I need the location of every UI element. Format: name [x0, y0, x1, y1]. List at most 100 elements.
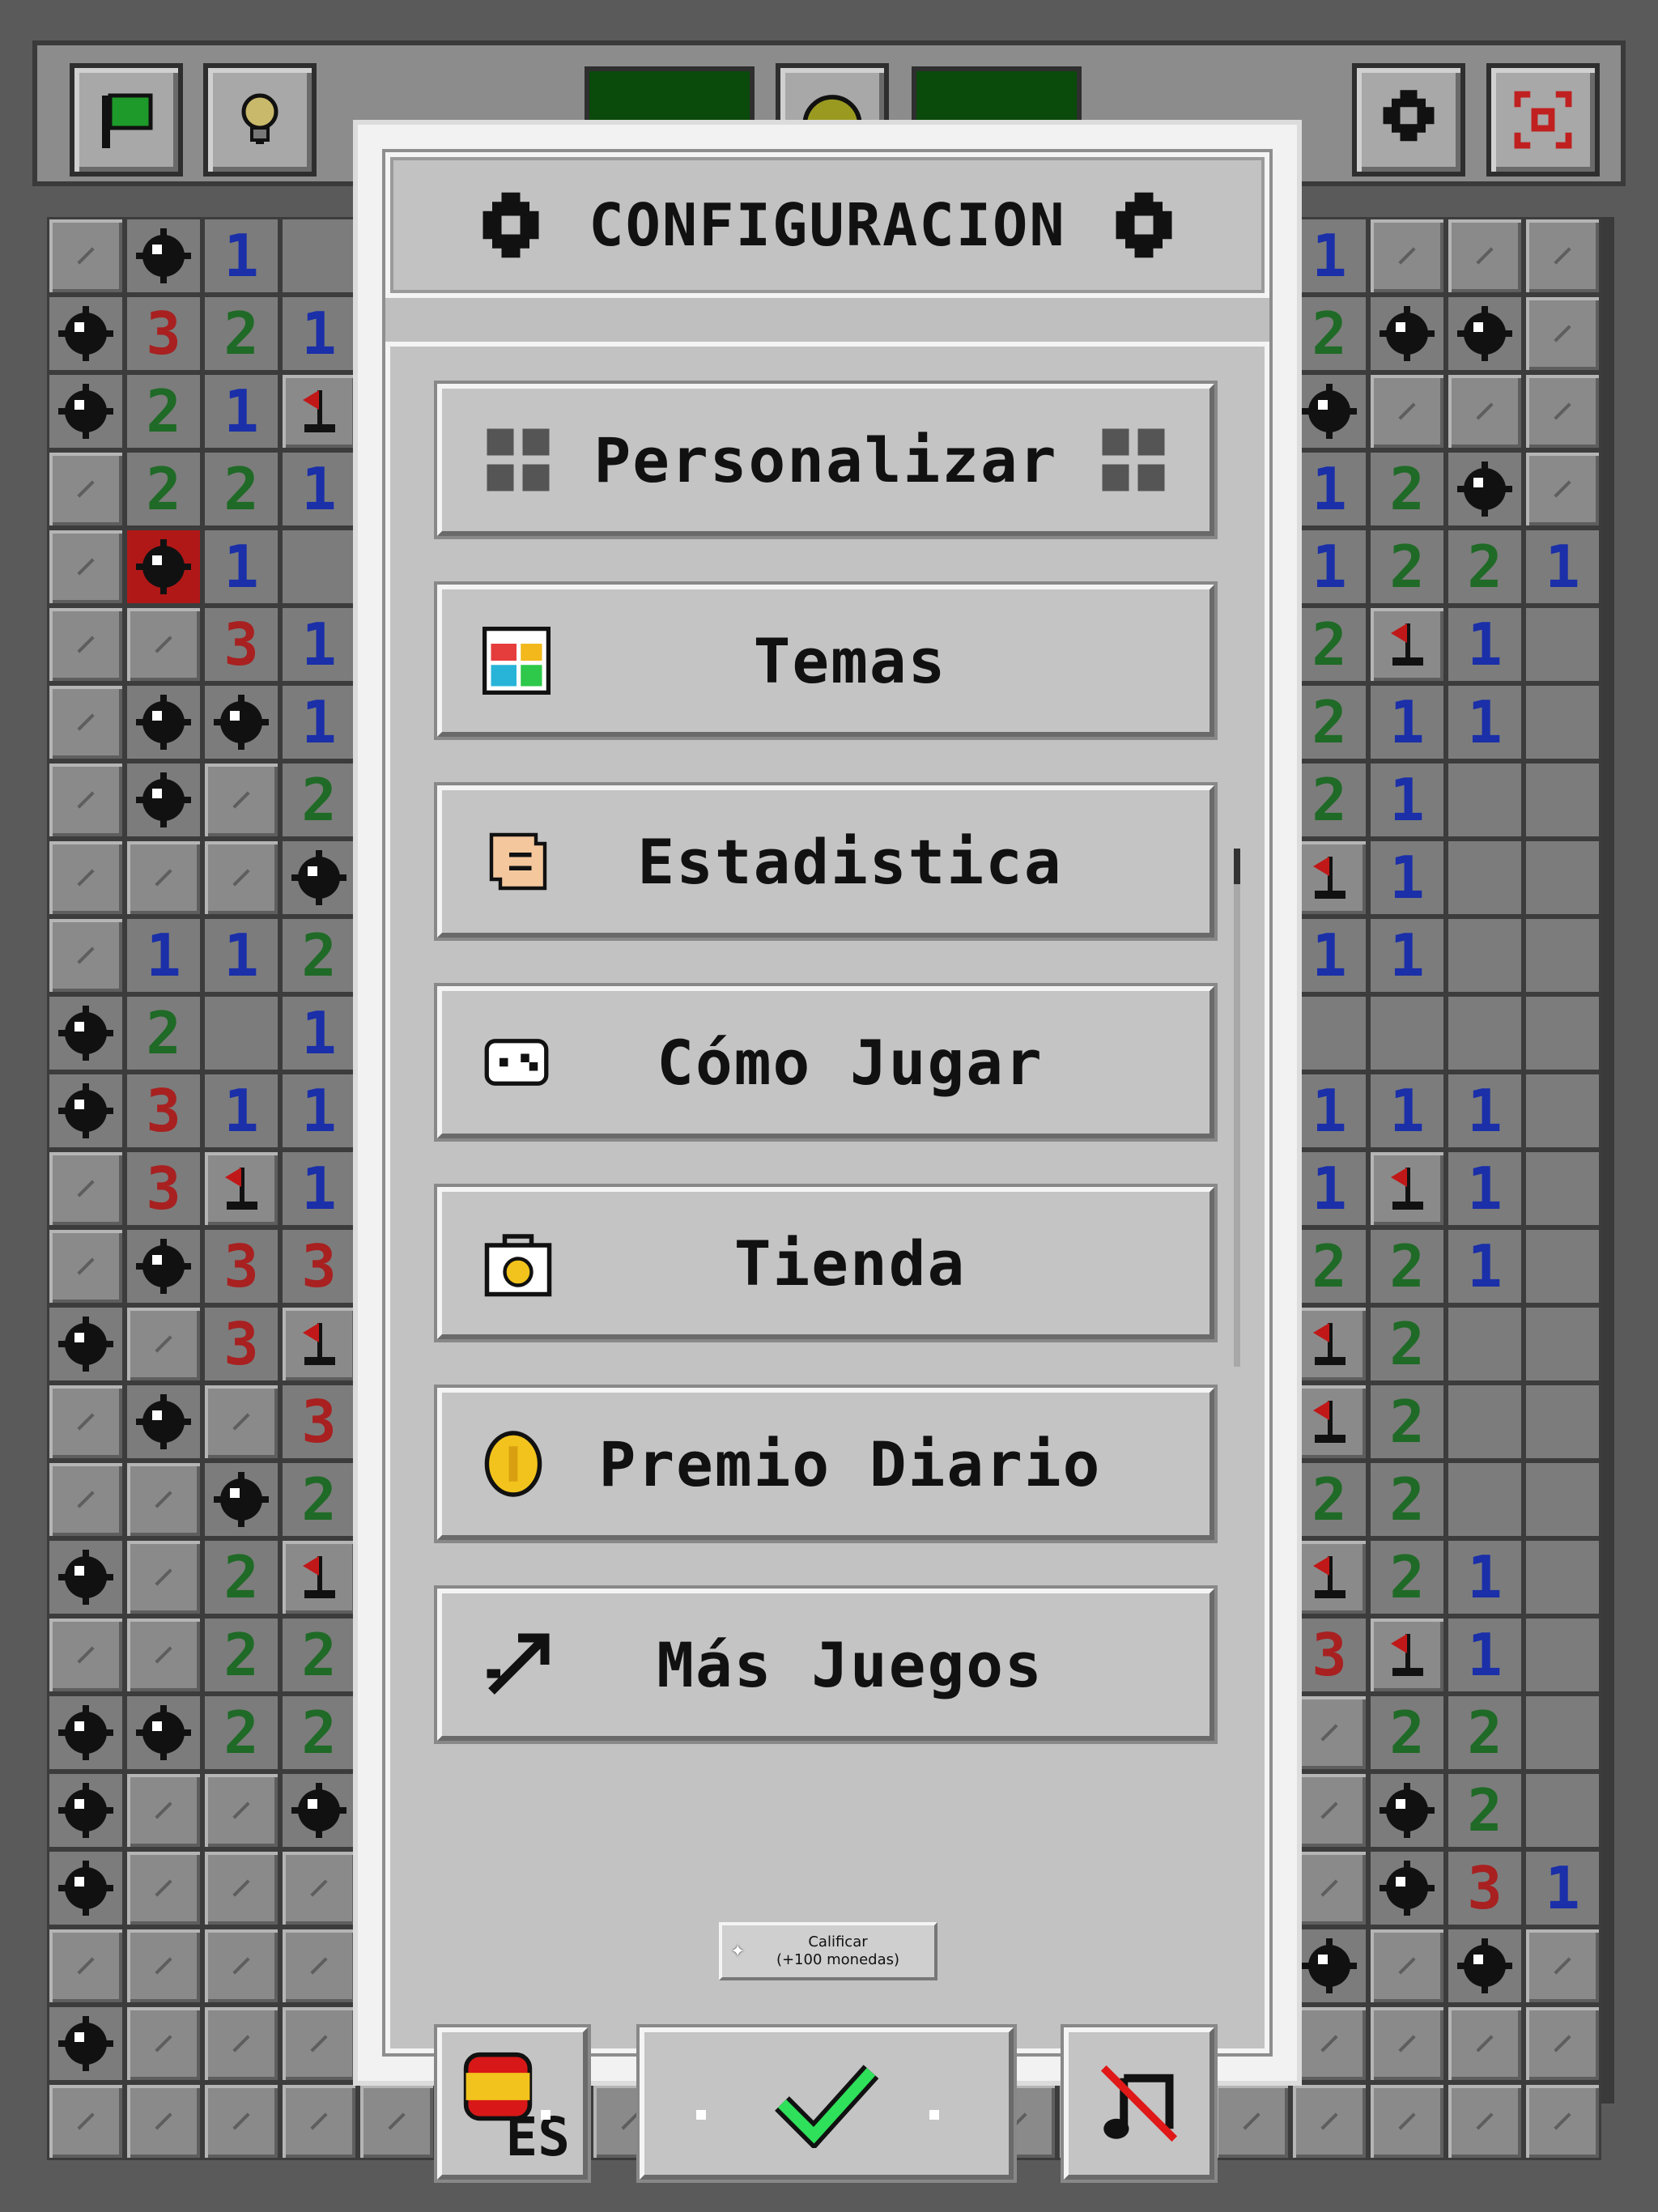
flag-mode-button[interactable] — [70, 63, 183, 177]
number-cell[interactable]: 1 — [280, 1072, 358, 1150]
covered-cell[interactable] — [125, 839, 202, 917]
mine-cell[interactable] — [202, 1461, 280, 1538]
covered-cell[interactable] — [47, 1461, 125, 1538]
covered-cell[interactable] — [1446, 2005, 1524, 2082]
number-cell[interactable]: 1 — [1446, 606, 1524, 683]
number-cell[interactable]: 2 — [202, 450, 280, 528]
number-cell[interactable]: 2 — [202, 295, 280, 372]
mine-cell[interactable] — [47, 1305, 125, 1383]
flagged-cell[interactable] — [1290, 1305, 1368, 1383]
flagged-cell[interactable] — [1368, 1616, 1446, 1694]
empty-cell[interactable] — [1524, 917, 1601, 994]
covered-cell[interactable] — [280, 2082, 358, 2160]
mine-cell[interactable] — [202, 683, 280, 761]
covered-cell[interactable] — [1368, 372, 1446, 450]
number-cell[interactable]: 2 — [280, 917, 358, 994]
mine-cell[interactable] — [1290, 1927, 1368, 2005]
number-cell[interactable]: 3 — [202, 1227, 280, 1305]
menu-scrollbar-track[interactable] — [1234, 849, 1240, 1367]
covered-cell[interactable] — [202, 1849, 280, 1927]
daily-reward-button[interactable]: Premio Diario — [437, 1388, 1214, 1540]
number-cell[interactable]: 1 — [1446, 1538, 1524, 1616]
covered-cell[interactable] — [47, 217, 125, 295]
covered-cell[interactable] — [47, 1383, 125, 1461]
mine-cell[interactable] — [47, 1538, 125, 1616]
covered-cell[interactable] — [1524, 1927, 1601, 2005]
empty-cell[interactable] — [1524, 1383, 1601, 1461]
covered-cell[interactable] — [280, 1927, 358, 2005]
number-cell[interactable]: 2 — [1368, 1227, 1446, 1305]
number-cell[interactable]: 1 — [202, 1072, 280, 1150]
flagged-cell[interactable] — [1290, 839, 1368, 917]
number-cell[interactable]: 2 — [1446, 1772, 1524, 1849]
number-cell[interactable]: 2 — [280, 1694, 358, 1772]
number-cell[interactable]: 3 — [1290, 1616, 1368, 1694]
empty-cell[interactable] — [1446, 1305, 1524, 1383]
empty-cell[interactable] — [1446, 839, 1524, 917]
covered-cell[interactable] — [202, 2005, 280, 2082]
number-cell[interactable]: 1 — [280, 295, 358, 372]
mine-cell[interactable] — [1368, 1849, 1446, 1927]
mine-cell[interactable] — [47, 1072, 125, 1150]
mine-cell[interactable] — [280, 839, 358, 917]
number-cell[interactable]: 1 — [1368, 761, 1446, 839]
number-cell[interactable]: 2 — [1446, 528, 1524, 606]
shop-button[interactable]: Tienda — [437, 1187, 1214, 1339]
covered-cell[interactable] — [125, 1849, 202, 1927]
covered-cell[interactable] — [125, 1616, 202, 1694]
covered-cell[interactable] — [47, 1227, 125, 1305]
mine-cell[interactable] — [280, 1772, 358, 1849]
mine-cell[interactable] — [125, 761, 202, 839]
number-cell[interactable]: 2 — [1368, 1383, 1446, 1461]
number-cell[interactable]: 1 — [1290, 528, 1368, 606]
empty-cell[interactable] — [1524, 1150, 1601, 1227]
mine-cell[interactable] — [47, 1849, 125, 1927]
mine-cell[interactable] — [1446, 1927, 1524, 2005]
number-cell[interactable]: 1 — [202, 917, 280, 994]
covered-cell[interactable] — [1524, 372, 1601, 450]
covered-cell[interactable] — [125, 1538, 202, 1616]
covered-cell[interactable] — [1290, 2005, 1368, 2082]
covered-cell[interactable] — [1446, 217, 1524, 295]
flagged-cell[interactable] — [1368, 606, 1446, 683]
number-cell[interactable]: 1 — [280, 1150, 358, 1227]
number-cell[interactable]: 3 — [1446, 1849, 1524, 1927]
covered-cell[interactable] — [358, 2082, 436, 2160]
number-cell[interactable]: 1 — [1368, 839, 1446, 917]
mine-cell[interactable] — [47, 1772, 125, 1849]
number-cell[interactable]: 1 — [1524, 528, 1601, 606]
covered-cell[interactable] — [47, 1616, 125, 1694]
number-cell[interactable]: 2 — [1290, 761, 1368, 839]
flagged-cell[interactable] — [280, 1305, 358, 1383]
covered-cell[interactable] — [125, 2005, 202, 2082]
covered-cell[interactable] — [1446, 372, 1524, 450]
number-cell[interactable]: 1 — [202, 528, 280, 606]
number-cell[interactable]: 1 — [202, 372, 280, 450]
number-cell[interactable]: 2 — [1368, 1461, 1446, 1538]
covered-cell[interactable] — [202, 839, 280, 917]
mine-cell[interactable] — [47, 2005, 125, 2082]
number-cell[interactable]: 1 — [280, 683, 358, 761]
covered-cell[interactable] — [202, 1383, 280, 1461]
hint-button[interactable] — [203, 63, 317, 177]
number-cell[interactable]: 2 — [280, 1461, 358, 1538]
menu-scrollbar-thumb[interactable] — [1234, 849, 1240, 884]
covered-cell[interactable] — [1524, 217, 1601, 295]
mine-cell[interactable] — [47, 1694, 125, 1772]
number-cell[interactable]: 2 — [1290, 683, 1368, 761]
mine-cell[interactable] — [125, 1227, 202, 1305]
number-cell[interactable]: 1 — [1446, 683, 1524, 761]
themes-button[interactable]: Temas — [437, 585, 1214, 737]
covered-cell[interactable] — [125, 2082, 202, 2160]
number-cell[interactable]: 2 — [202, 1616, 280, 1694]
flagged-cell[interactable] — [280, 372, 358, 450]
number-cell[interactable]: 1 — [280, 606, 358, 683]
number-cell[interactable]: 1 — [125, 917, 202, 994]
empty-cell[interactable] — [1524, 1694, 1601, 1772]
covered-cell[interactable] — [47, 761, 125, 839]
number-cell[interactable]: 3 — [125, 1072, 202, 1150]
number-cell[interactable]: 2 — [1290, 295, 1368, 372]
number-cell[interactable]: 1 — [1368, 1072, 1446, 1150]
empty-cell[interactable] — [1524, 683, 1601, 761]
number-cell[interactable]: 3 — [125, 295, 202, 372]
